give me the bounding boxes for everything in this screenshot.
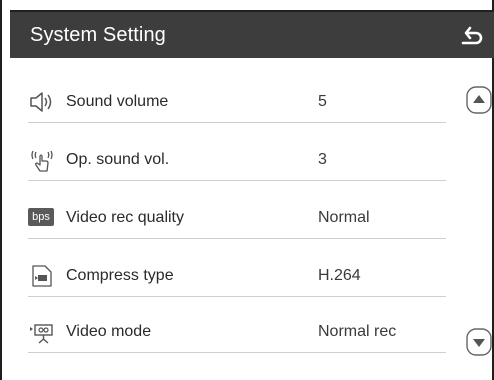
- touch-sound-icon: [28, 146, 56, 174]
- back-arrow-icon: [461, 26, 483, 45]
- scroll-down-button[interactable]: [466, 328, 492, 356]
- scroll-up-button[interactable]: [466, 86, 492, 114]
- video-mode-icon: [28, 318, 56, 346]
- back-button[interactable]: [458, 21, 484, 49]
- setting-row-sound-volume[interactable]: Sound volume 5: [28, 82, 446, 123]
- setting-row-video-rec-quality[interactable]: bps Video rec quality Normal: [28, 198, 446, 239]
- page-title: System Setting: [30, 24, 166, 46]
- setting-label: Video rec quality: [66, 209, 184, 226]
- scroll-down-icon: [466, 328, 492, 356]
- setting-row-compress-type[interactable]: Compress type H.264: [28, 256, 446, 297]
- header-bar: System Setting: [10, 10, 494, 58]
- setting-label: Video mode: [66, 323, 152, 340]
- setting-label: Compress type: [66, 267, 174, 284]
- setting-value: 5: [318, 93, 327, 110]
- setting-value: H.264: [318, 267, 361, 284]
- bps-icon: bps: [28, 208, 54, 226]
- setting-value: Normal: [318, 209, 370, 226]
- speaker-icon: [28, 88, 56, 116]
- setting-row-op-sound-vol[interactable]: Op. sound vol. 3: [28, 140, 446, 181]
- compress-icon: [28, 262, 56, 290]
- setting-label: Op. sound vol.: [66, 151, 170, 168]
- setting-value: 3: [318, 151, 327, 168]
- setting-value: Normal rec: [318, 323, 397, 340]
- setting-row-video-mode[interactable]: Video mode Normal rec: [28, 312, 446, 353]
- scroll-up-icon: [466, 86, 492, 114]
- setting-label: Sound volume: [66, 93, 169, 110]
